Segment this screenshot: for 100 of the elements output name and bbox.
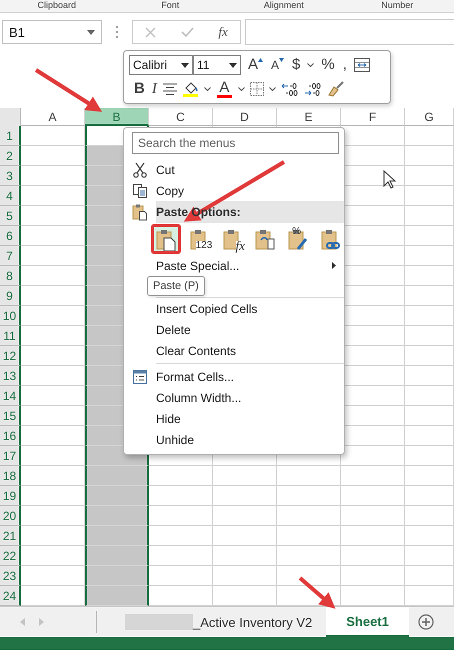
caret-icon[interactable] bbox=[204, 86, 211, 92]
select-all-corner[interactable] bbox=[0, 108, 21, 127]
caret-icon[interactable] bbox=[307, 62, 314, 68]
font-size-dropdown[interactable]: 11 bbox=[193, 55, 241, 75]
clipboard-link-icon bbox=[318, 227, 343, 251]
caret-icon bbox=[181, 62, 189, 68]
row-header[interactable]: 5 bbox=[0, 206, 21, 226]
increase-decimal-icon[interactable] bbox=[280, 82, 299, 96]
clipboard-icon bbox=[132, 203, 148, 221]
row-header[interactable]: 16 bbox=[0, 426, 21, 446]
menu-item[interactable]: Hide bbox=[124, 408, 344, 429]
font-dropdown[interactable]: Calibri bbox=[129, 55, 193, 75]
submenu-arrow-icon bbox=[332, 262, 336, 269]
formula-input[interactable] bbox=[245, 19, 454, 45]
row-header[interactable]: 20 bbox=[0, 506, 21, 526]
row-header[interactable]: 10 bbox=[0, 306, 21, 326]
name-box[interactable]: B1 bbox=[2, 20, 102, 44]
bold-button[interactable]: B bbox=[133, 82, 146, 96]
fill-color-button[interactable] bbox=[182, 82, 199, 96]
paste-option[interactable]: 123 bbox=[187, 224, 214, 254]
row-header[interactable]: 13 bbox=[0, 366, 21, 386]
row-header[interactable]: 2 bbox=[0, 146, 21, 166]
format-button[interactable]: $ bbox=[291, 58, 302, 72]
wrap-text-icon[interactable] bbox=[354, 58, 370, 72]
row-header[interactable]: 3 bbox=[0, 166, 21, 186]
row-header[interactable]: 7 bbox=[0, 246, 21, 266]
scissors-icon bbox=[132, 162, 148, 178]
align-center-icon[interactable] bbox=[162, 83, 177, 95]
add-sheet-icon[interactable] bbox=[418, 614, 434, 630]
menu-item[interactable]: Column Width... bbox=[124, 387, 344, 408]
grid-cell[interactable] bbox=[85, 586, 149, 606]
down-triangle-icon bbox=[279, 58, 284, 62]
paintbrush-icon[interactable] bbox=[326, 81, 345, 97]
column-header[interactable]: A bbox=[21, 108, 85, 126]
row-header[interactable]: 14 bbox=[0, 386, 21, 406]
caret-icon bbox=[229, 62, 237, 68]
more-icon[interactable] bbox=[115, 25, 119, 39]
italic-button[interactable]: I bbox=[150, 82, 158, 96]
caret-icon[interactable] bbox=[238, 86, 245, 92]
grid-cell[interactable] bbox=[85, 526, 149, 546]
borders-icon[interactable] bbox=[250, 82, 264, 96]
row-header[interactable]: 1 bbox=[0, 126, 21, 146]
menu-item[interactable]: Clear Contents bbox=[124, 340, 344, 361]
row-header[interactable]: 17 bbox=[0, 446, 21, 466]
column-header[interactable]: G bbox=[405, 108, 454, 126]
copy-icon bbox=[132, 182, 148, 198]
row-header[interactable]: 19 bbox=[0, 486, 21, 506]
grid-cell[interactable] bbox=[85, 546, 149, 566]
menu-item[interactable]: Paste Special... bbox=[124, 255, 344, 276]
grid-cell[interactable] bbox=[85, 506, 149, 526]
shrink-font-button[interactable]: A bbox=[270, 58, 286, 72]
menu-item[interactable]: Format Cells... bbox=[124, 366, 344, 387]
column-header[interactable]: E bbox=[277, 108, 341, 126]
scroll-right-icon[interactable] bbox=[39, 618, 44, 626]
ribbon-group-label: Number bbox=[381, 0, 414, 10]
decrease-decimal-icon[interactable] bbox=[304, 82, 322, 96]
grid-cell[interactable] bbox=[85, 566, 149, 586]
row-header[interactable]: 21 bbox=[0, 526, 21, 546]
font-color-button[interactable]: A bbox=[216, 80, 233, 98]
row-header[interactable]: 15 bbox=[0, 406, 21, 426]
menu-item[interactable]: Unhide bbox=[124, 429, 344, 450]
check-icon[interactable] bbox=[180, 27, 194, 37]
column-header[interactable]: B bbox=[85, 108, 149, 126]
row-header[interactable]: 4 bbox=[0, 186, 21, 206]
column-header[interactable]: D bbox=[213, 108, 277, 126]
insert-function-button[interactable]: fx bbox=[218, 24, 228, 40]
row-header[interactable]: 24 bbox=[0, 586, 21, 606]
row-header[interactable]: 9 bbox=[0, 286, 21, 306]
ribbon-group-label: Alignment bbox=[264, 0, 304, 10]
sheet-tab[interactable]: Sheet1 bbox=[326, 607, 409, 637]
row-header[interactable]: 22 bbox=[0, 546, 21, 566]
format-button[interactable]: % bbox=[320, 58, 336, 72]
menu-item[interactable]: Delete bbox=[124, 319, 344, 340]
caret-icon[interactable] bbox=[268, 86, 276, 92]
clipboard-transpose-icon bbox=[253, 227, 278, 251]
column-header[interactable]: F bbox=[341, 108, 405, 126]
column-header[interactable]: C bbox=[149, 108, 213, 126]
ribbon-group-label: Font bbox=[161, 0, 180, 10]
menu-item[interactable]: Cut bbox=[124, 159, 344, 180]
list-icon bbox=[132, 368, 148, 384]
row-header[interactable]: 12 bbox=[0, 346, 21, 366]
option-label: 123 bbox=[196, 241, 212, 251]
scroll-left-icon[interactable] bbox=[20, 618, 25, 626]
search-field[interactable]: Search the menus bbox=[132, 132, 339, 154]
row-header[interactable]: 6 bbox=[0, 226, 21, 246]
grid-cell[interactable] bbox=[85, 466, 149, 486]
format-button[interactable]: , bbox=[342, 58, 348, 72]
row-header[interactable]: 23 bbox=[0, 566, 21, 586]
menu-item[interactable]: Copy bbox=[124, 180, 344, 201]
row-header[interactable]: 8 bbox=[0, 266, 21, 286]
paste-option[interactable] bbox=[151, 224, 181, 254]
mouse-cursor-icon bbox=[383, 170, 396, 189]
row-header[interactable]: 18 bbox=[0, 466, 21, 486]
grid-cell[interactable] bbox=[85, 486, 149, 506]
row-header[interactable]: 11 bbox=[0, 326, 21, 346]
paint-bucket-icon bbox=[182, 82, 198, 94]
tooltip: Paste (P) bbox=[147, 276, 205, 296]
grow-font-button[interactable]: A bbox=[247, 58, 264, 72]
menu-item[interactable]: Insert Copied Cells bbox=[124, 298, 344, 319]
cancel-icon[interactable] bbox=[145, 26, 156, 38]
